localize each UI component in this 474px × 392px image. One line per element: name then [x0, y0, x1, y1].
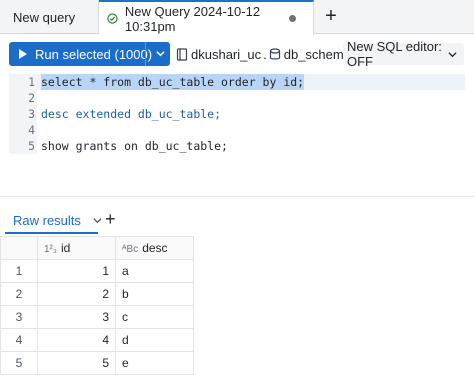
cell-id[interactable]: 1: [37, 259, 116, 283]
cell-desc[interactable]: e: [115, 351, 194, 375]
catalog-schema-selector[interactable]: dkushari_uc . db_schema: [176, 45, 353, 63]
cell-id[interactable]: 5: [37, 351, 116, 375]
table-row[interactable]: 5 5 e: [0, 351, 194, 375]
results-tab-label: Raw results: [13, 213, 81, 228]
line-number: 5: [28, 139, 35, 153]
editor-toggle-label: New SQL editor: OFF: [347, 39, 442, 69]
row-index: 3: [0, 305, 38, 329]
row-index: 1: [0, 259, 38, 283]
tab-label: New query: [13, 9, 76, 25]
run-selected-button[interactable]: Run selected (1000): [9, 42, 170, 66]
tab-active-query[interactable]: New Query 2024-10-12 10:31pm: [99, 0, 314, 35]
tab-label: New Query 2024-10-12 10:31pm: [124, 3, 261, 34]
cell-desc[interactable]: a: [115, 259, 194, 283]
cell-id[interactable]: 2: [37, 282, 116, 306]
play-icon: [19, 49, 27, 59]
cell-id[interactable]: 3: [37, 305, 116, 329]
row-index: 5: [0, 351, 38, 375]
row-index: 2: [0, 282, 38, 306]
tab-new-query[interactable]: New query: [0, 0, 99, 34]
results-table: 1²₃ id ᴬBc desc 1 1 a 2 2 b 3 3 c 4 4 d 5 …: [0, 236, 194, 375]
column-header-id[interactable]: 1²₃ id: [37, 236, 116, 260]
cell-desc[interactable]: b: [115, 282, 194, 306]
column-label: desc: [142, 241, 168, 255]
add-tab-button[interactable]: +: [321, 6, 341, 26]
cell-desc[interactable]: c: [115, 305, 194, 329]
table-header-row: 1²₃ id ᴬBc desc: [0, 236, 194, 260]
results-divider: [0, 196, 474, 197]
cell-id[interactable]: 4: [37, 328, 116, 352]
row-index-header: [0, 236, 38, 260]
schema-name: db_schema: [283, 46, 351, 62]
code-line[interactable]: desc extended db_uc_table;: [41, 106, 221, 122]
cell-desc[interactable]: d: [115, 328, 194, 352]
separator-dot: .: [263, 46, 267, 62]
table-row[interactable]: 2 2 b: [0, 282, 194, 306]
table-row[interactable]: 3 3 c: [0, 305, 194, 329]
active-tab-underline: [5, 232, 98, 234]
column-header-desc[interactable]: ᴬBc desc: [115, 236, 194, 260]
tab-bar: New query New Query 2024-10-12 10:31pm +: [0, 0, 474, 35]
chevron-down-icon[interactable]: [93, 216, 102, 225]
integer-type-icon: 1²₃: [44, 244, 57, 255]
divider: [145, 42, 146, 66]
column-label: id: [60, 241, 71, 255]
line-number: 4: [28, 123, 35, 137]
line-number: 3: [28, 107, 35, 121]
add-visualization-button[interactable]: +: [105, 209, 116, 230]
database-icon: [269, 47, 280, 59]
line-number: 2: [28, 91, 35, 105]
catalog-name: dkushari_uc: [191, 46, 262, 62]
new-sql-editor-toggle[interactable]: New SQL editor: OFF: [343, 39, 464, 69]
code-line[interactable]: show grants on db_uc_table;: [41, 138, 228, 154]
sql-editor[interactable]: 1 2 3 4 5 select * from db_uc_table orde…: [9, 74, 465, 154]
run-label: Run selected (1000): [35, 46, 153, 62]
table-row[interactable]: 1 1 a: [0, 259, 194, 283]
unsaved-dot-icon[interactable]: [289, 15, 296, 22]
code-line-selected[interactable]: select * from db_uc_table order by id;: [41, 74, 305, 90]
string-type-icon: ᴬBc: [122, 244, 139, 255]
check-circle-icon: [107, 13, 118, 24]
line-number: 1: [28, 75, 35, 89]
row-index: 4: [0, 328, 38, 352]
table-row[interactable]: 4 4 d: [0, 328, 194, 352]
chevron-down-icon: [448, 52, 457, 58]
chevron-down-icon[interactable]: [156, 49, 165, 58]
tab-raw-results[interactable]: Raw results: [13, 213, 102, 228]
catalog-icon: [176, 47, 188, 61]
